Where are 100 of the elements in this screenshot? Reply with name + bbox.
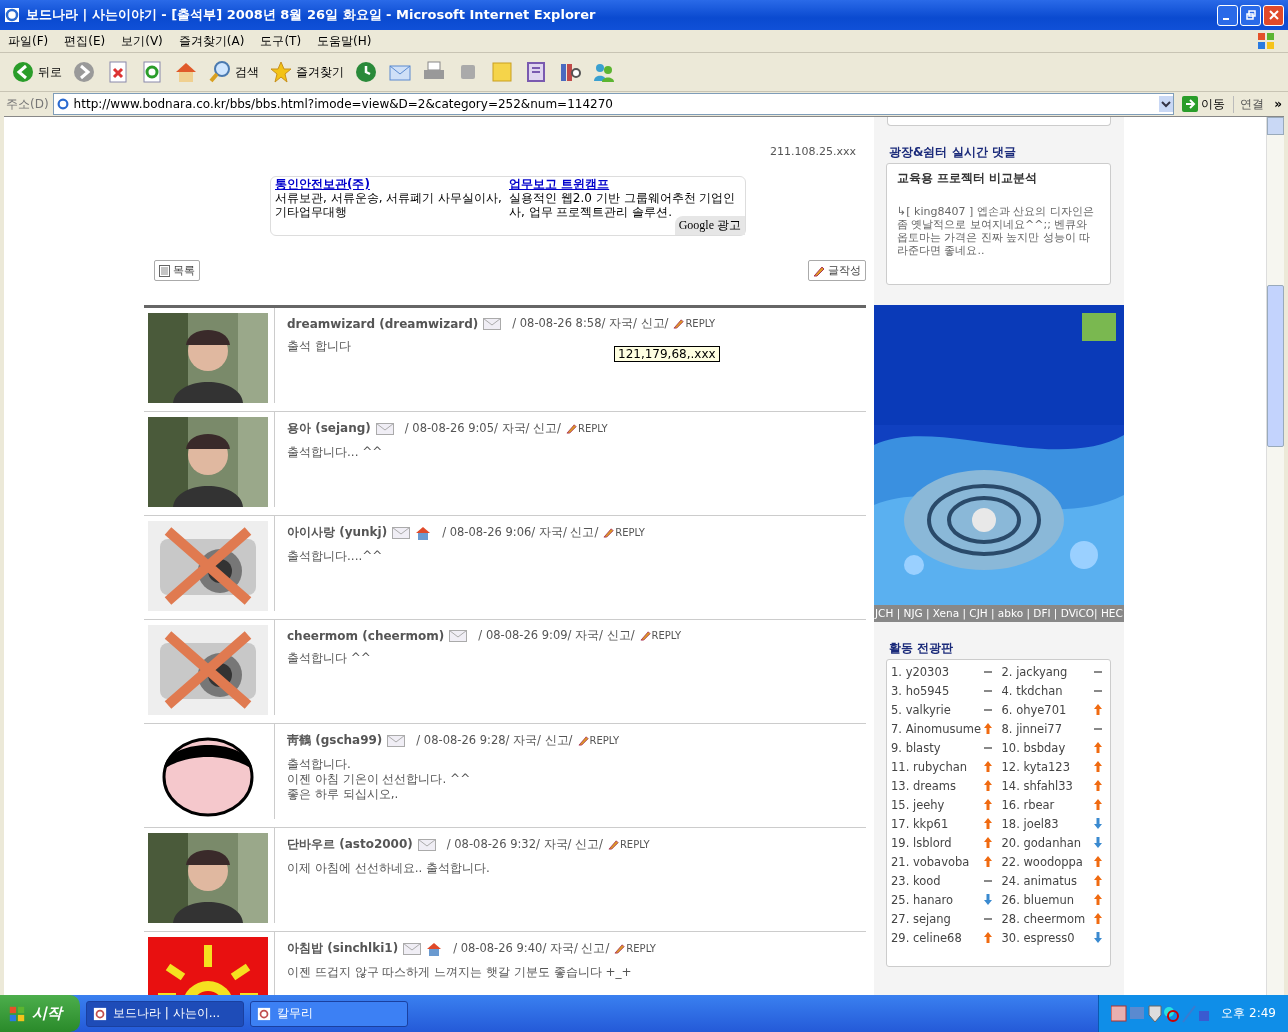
search-icon — [208, 60, 232, 84]
author-name[interactable]: 용아 (sejang) — [287, 420, 371, 437]
reply-link[interactable]: REPLY — [614, 943, 656, 954]
ranking-entry[interactable]: 7. Ainomusume — [891, 721, 982, 736]
reply-link[interactable]: REPLY — [565, 423, 608, 434]
ranking-entry[interactable]: 16. rbear — [1001, 797, 1055, 812]
envelope-icon[interactable] — [417, 838, 436, 851]
ranking-entry[interactable]: 10. bsbday — [1001, 740, 1066, 755]
reply-link[interactable]: REPLY — [639, 630, 682, 641]
comment-meta: / 08-08-26 9:28/ 자국/ 신고/ — [416, 733, 573, 748]
ranking-entry[interactable]: 19. lsblord — [891, 835, 952, 850]
ranking-entry[interactable]: 15. jeehy — [891, 797, 945, 812]
reply-link[interactable]: REPLY — [607, 839, 650, 850]
author-name[interactable]: cheermom (cheermom) — [287, 628, 445, 643]
ranking-entry[interactable]: 28. cheermom — [1001, 911, 1086, 926]
envelope-icon[interactable] — [375, 422, 394, 435]
ranking-entry[interactable]: 13. dreams — [891, 778, 957, 793]
house-icon[interactable] — [426, 941, 443, 956]
ranking-entry[interactable]: 17. kkp61 — [891, 816, 949, 831]
write-button[interactable]: 글작성 — [808, 260, 866, 281]
envelope-icon[interactable] — [483, 317, 502, 330]
ranking-entry[interactable]: 5. valkyrie — [891, 702, 951, 717]
go-button[interactable]: 이동 — [1178, 95, 1230, 113]
ranking-entry[interactable]: 26. bluemun — [1001, 892, 1075, 907]
house-icon[interactable] — [415, 525, 432, 540]
menu-item[interactable]: 즐겨찾기(A) — [178, 32, 245, 50]
down-arrow-icon — [983, 894, 992, 905]
close-button[interactable] — [1263, 4, 1284, 26]
comment-text[interactable]: ↳[ king8407 ] 엡손과 산요의 디자인은 좀 옛날적으로 보여지네요^^;; 벤큐와 옵토마는 가격은 진짜 높지만 성능이 따라준다면 좋네요.. — [897, 205, 1100, 257]
tooltip: 121,179,68,.xxx — [614, 346, 720, 362]
ad-link[interactable]: 통인안전보관(주) — [275, 177, 370, 191]
reply-link[interactable]: REPLY — [603, 527, 645, 538]
ranking-entry[interactable]: 27. sejang — [891, 911, 951, 926]
ie-icon — [4, 7, 20, 23]
envelope-icon[interactable] — [403, 942, 422, 955]
windows-logo-icon — [1256, 31, 1276, 51]
author-name[interactable]: 단바우르 (asto2000) — [287, 836, 413, 853]
envelope-icon[interactable] — [449, 629, 468, 642]
toolbar-button[interactable]: 즐겨찾기 — [266, 58, 347, 86]
ranking-entry[interactable]: 22. woodoppa — [1001, 854, 1083, 869]
chat-icon — [524, 60, 548, 84]
comment-text: 출석합니다....^^ — [287, 549, 384, 564]
ranking-entry[interactable]: 24. animatus — [1001, 873, 1077, 888]
back-icon — [11, 60, 35, 84]
ranking-entry[interactable]: 20. godanhan — [1001, 835, 1082, 850]
ranking-entry[interactable]: 11. rubychan — [891, 759, 967, 774]
ranking-entry[interactable]: 18. joel83 — [1001, 816, 1059, 831]
author-name[interactable]: 아이사랑 (yunkj) — [287, 524, 388, 541]
envelope-icon[interactable] — [392, 526, 411, 539]
ranking-entry[interactable]: 29. celine68 — [891, 930, 962, 945]
comment-meta: / 08-08-26 9:40/ 자국/ 신고/ — [453, 941, 610, 956]
ad-label[interactable]: Google 광고 — [674, 216, 745, 235]
reply-link[interactable]: REPLY — [577, 735, 620, 746]
ranking-entry[interactable]: 14. shfahl33 — [1001, 778, 1073, 793]
author-name[interactable]: dreamwizard (dreamwizard) — [287, 316, 479, 331]
address-field[interactable]: http://www.bodnara.co.kr/bbs/bbs.html?imode=view&D=2&category=252&num=114270 — [52, 93, 1175, 115]
restore-button[interactable] — [1240, 4, 1261, 26]
ranking-entry[interactable]: 23. kood — [891, 873, 941, 888]
ad-text: 실용적인 웹2.0 기반 그룹웨어추천 기업인사, 업무 프로젝트관리 솔루션. — [509, 191, 737, 219]
comment-text: 출석합니다. 이젠 아침 기온이 선선합니다. ^^ 좋은 하루 되십시오,. — [287, 757, 472, 802]
toolbar-button[interactable]: 검색 — [205, 58, 262, 86]
menu-item[interactable]: 파일(F) — [8, 32, 49, 50]
dropdown-icon[interactable] — [1159, 96, 1174, 112]
up-arrow-icon — [1094, 780, 1102, 791]
ranking-entry[interactable]: 8. jinnei77 — [1001, 721, 1062, 736]
brand-links[interactable]: JCH | NJG | Xena | CJH | abko | DFI | DViCO| HEC — [874, 605, 1124, 622]
menu-item[interactable]: 편집(E) — [64, 32, 106, 50]
ranking-entry[interactable]: 6. ohye701 — [1001, 702, 1067, 717]
ranking-entry[interactable]: 2. jackyang — [1001, 664, 1068, 679]
list-button[interactable]: 목록 — [154, 260, 200, 281]
taskbar-button[interactable]: 보드나라 | 사는이... — [86, 1000, 244, 1027]
ranking-entry[interactable]: 1. y20303 — [891, 664, 950, 679]
menu-item[interactable]: 도움말(H) — [317, 32, 372, 50]
post-title[interactable]: 교육용 프로젝터 비교분석 — [897, 170, 1100, 187]
author-name[interactable]: 靑鶴 (gscha99) — [287, 732, 383, 749]
ranking-entry[interactable]: 4. tkdchan — [1001, 683, 1063, 698]
tray-icons-drawing[interactable] — [1111, 1004, 1212, 1023]
ranking-entry[interactable]: 3. ho5945 — [891, 683, 950, 698]
scrollbar[interactable] — [1267, 117, 1284, 995]
menu-item[interactable]: 보기(V) — [121, 32, 163, 50]
taskbar-button[interactable]: 칼무리 — [250, 1000, 408, 1027]
more-chevron[interactable]: » — [1274, 97, 1288, 111]
ad-link[interactable]: 업무보고 트윈캠프 — [509, 177, 610, 191]
links-label[interactable]: 연결 — [1233, 95, 1271, 113]
down-arrow-icon — [1094, 837, 1102, 848]
author-name[interactable]: 아침밥 (sinchlki1) — [287, 940, 399, 957]
up-arrow-icon — [983, 837, 992, 848]
toolbar-button[interactable]: 뒤로 — [8, 58, 65, 86]
pencil-icon — [577, 735, 589, 746]
ranking-entry[interactable]: 12. kyta123 — [1001, 759, 1070, 774]
ranking-entry[interactable]: 9. blasty — [891, 740, 941, 755]
ranking-entry[interactable]: 21. vobavoba — [891, 854, 970, 869]
ranking-entry[interactable]: 25. hanaro — [891, 892, 954, 907]
up-arrow-icon — [983, 932, 992, 943]
menu-item[interactable]: 도구(T) — [260, 32, 302, 50]
windows-logo-icon — [8, 1004, 26, 1023]
reply-link[interactable]: REPLY — [673, 318, 716, 329]
ranking-entry[interactable]: 30. espress0 — [1001, 930, 1075, 945]
minimize-button[interactable] — [1217, 4, 1238, 26]
envelope-icon[interactable] — [387, 734, 406, 747]
